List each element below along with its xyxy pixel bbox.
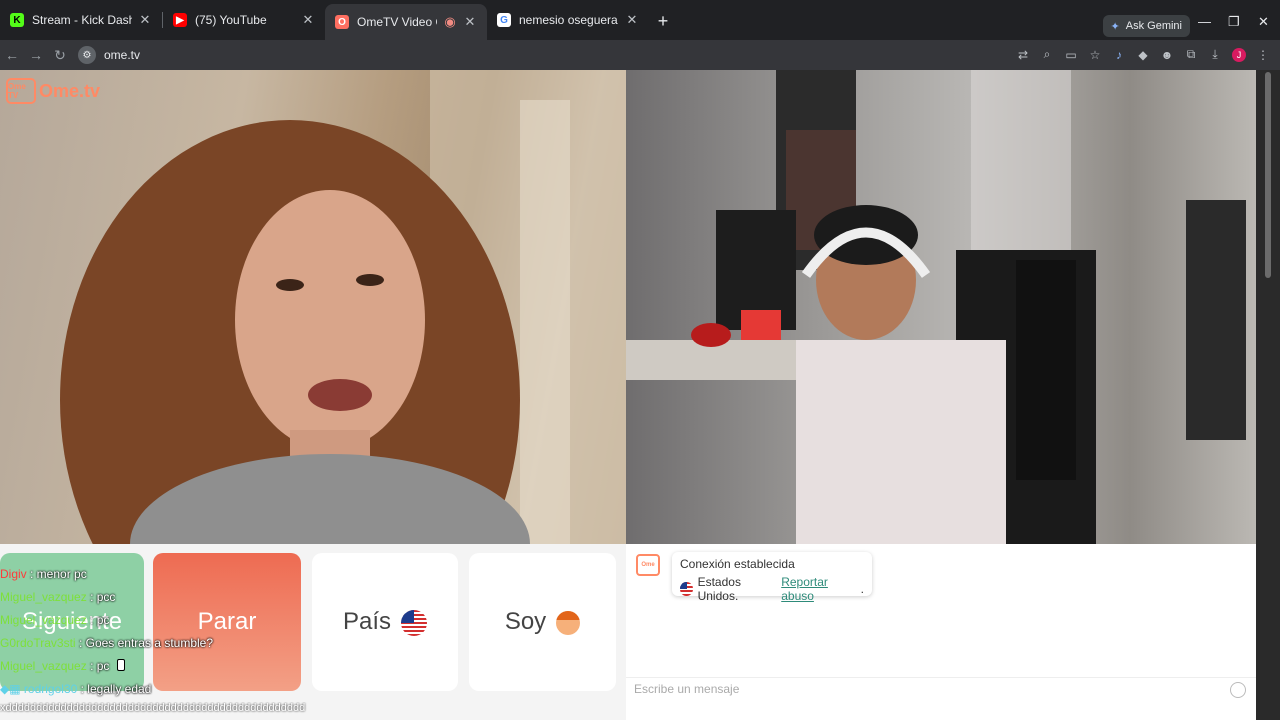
kick-icon: K [10,13,24,27]
ask-gemini-button[interactable]: ✦ Ask Gemini [1102,15,1190,37]
chat-line: Miguel_vazquez : pc [0,613,110,627]
ometv-logo-icon: Ome TV [6,78,36,104]
tab-title: nemesio oseguera cervantes - G [519,13,619,27]
extensions-puzzle-icon[interactable]: ⧉ [1184,47,1198,62]
self-video-frame [626,70,1246,544]
chat-line: Digiv : menor pc [0,567,87,581]
site-info-icon[interactable]: ⚙ [78,46,96,64]
tab-youtube[interactable]: ▶ (75) YouTube ✕ [163,4,325,36]
audio-icon[interactable]: ♪ [1112,48,1126,62]
chat-line: ◆▦ rodrigol30 : legally edad [0,682,152,696]
scrollbar-thumb[interactable] [1265,72,1271,278]
us-flag-icon [680,582,693,596]
mouse-cursor-icon [117,659,125,671]
extension-face-icon[interactable]: ☻ [1160,48,1174,62]
tab-kick-dashboard[interactable]: K Stream - Kick Dashboard ✕ [0,4,162,36]
close-tab-icon[interactable]: ✕ [625,12,639,28]
chat-line: Miguel_vazquez : pc [0,659,110,673]
self-video [626,70,1256,544]
new-tab-button[interactable]: + [649,11,677,32]
gender-button[interactable]: Soy [469,553,616,691]
chat-line: G0rdoTrav3sti : Goes entras a stumble? [0,636,214,650]
download-icon[interactable]: ⤓ [1208,47,1222,62]
message-placeholder: Escribe un mensaje [634,682,740,696]
partner-video-frame [60,70,626,544]
connection-status: Conexión establecida [680,557,795,571]
overlay-text: xddddddddddddddddddddddddddddddddddddddd… [0,702,306,714]
recording-icon: ◉ [444,14,456,29]
browser-tab-bar: K Stream - Kick Dashboard ✕ ▶ (75) YouTu… [0,0,1280,40]
close-tab-icon[interactable]: ✕ [301,12,315,28]
forward-icon[interactable]: → [24,47,48,63]
toolbar-icons: ⇄ ⌕ ▭ ☆ ♪ ◆ ☻ ⧉ ⤓ J ⋮ [1016,47,1270,62]
partner-video: Ome TV Ome.tv [0,70,626,544]
restore-icon[interactable]: ❐ [1228,14,1240,30]
ometv-logo-text: Ome.tv [39,80,101,101]
minimize-icon[interactable]: — [1198,14,1211,29]
url-field[interactable]: ⚙ ome.tv [78,46,140,64]
zoom-icon[interactable]: ⌕ [1040,47,1054,62]
tab-title: OmeTV Video Chat — Ome [357,15,437,29]
chat-line: Miguel_vazquez : pcc [0,590,116,604]
ometv-logo: Ome TV Ome.tv [6,78,100,104]
reload-icon[interactable]: ↻ [48,47,72,64]
stream-chat-overlay: Digiv : menor pc Miguel_vazquez : pcc Mi… [0,563,440,701]
boy-face-icon [556,610,581,635]
back-icon[interactable]: ← [0,47,24,63]
bookmark-star-icon[interactable]: ☆ [1088,48,1102,62]
message-input[interactable]: Escribe un mensaje [626,677,1256,701]
country-text: Estados Unidos. [697,575,741,603]
ometv-chat-icon: Ome [636,554,660,576]
close-tab-icon[interactable]: ✕ [463,14,477,30]
emoji-icon[interactable] [1230,682,1246,698]
chat-panel: Ome Conexión establecida Estados Unidos.… [626,544,1256,720]
close-window-icon[interactable]: ✕ [1258,14,1269,30]
system-message: Conexión establecida Estados Unidos. Rep… [672,552,872,603]
ometv-icon: O [335,15,349,29]
page-scrollbar[interactable] [1256,70,1280,720]
translate-icon[interactable]: ⇄ [1016,48,1030,62]
extension-diamond-icon[interactable]: ◆ [1136,48,1150,62]
tab-google-search[interactable]: G nemesio oseguera cervantes - G ✕ [487,4,649,36]
chat-badge-icon: ◆▦ [0,682,21,696]
tab-title: (75) YouTube [195,13,267,27]
gender-label: Soy [504,608,547,635]
menu-icon[interactable]: ⋮ [1256,48,1270,62]
gemini-icon: ✦ [1110,20,1120,33]
ask-gemini-label: Ask Gemini [1125,20,1182,32]
address-bar: ← → ↻ ⚙ ome.tv ⇄ ⌕ ▭ ☆ ♪ ◆ ☻ ⧉ ⤓ J ⋮ [0,40,1280,70]
tab-title: Stream - Kick Dashboard [32,13,132,27]
url-text: ome.tv [104,48,141,62]
youtube-icon: ▶ [173,13,187,27]
tab-ometv[interactable]: O OmeTV Video Chat — Ome ◉ ✕ [325,4,487,40]
close-tab-icon[interactable]: ✕ [138,12,152,28]
profile-avatar[interactable]: J [1232,47,1246,62]
report-abuse-link[interactable]: Reportar abuso [781,575,855,603]
google-icon: G [497,13,511,27]
cast-icon[interactable]: ▭ [1064,48,1078,62]
